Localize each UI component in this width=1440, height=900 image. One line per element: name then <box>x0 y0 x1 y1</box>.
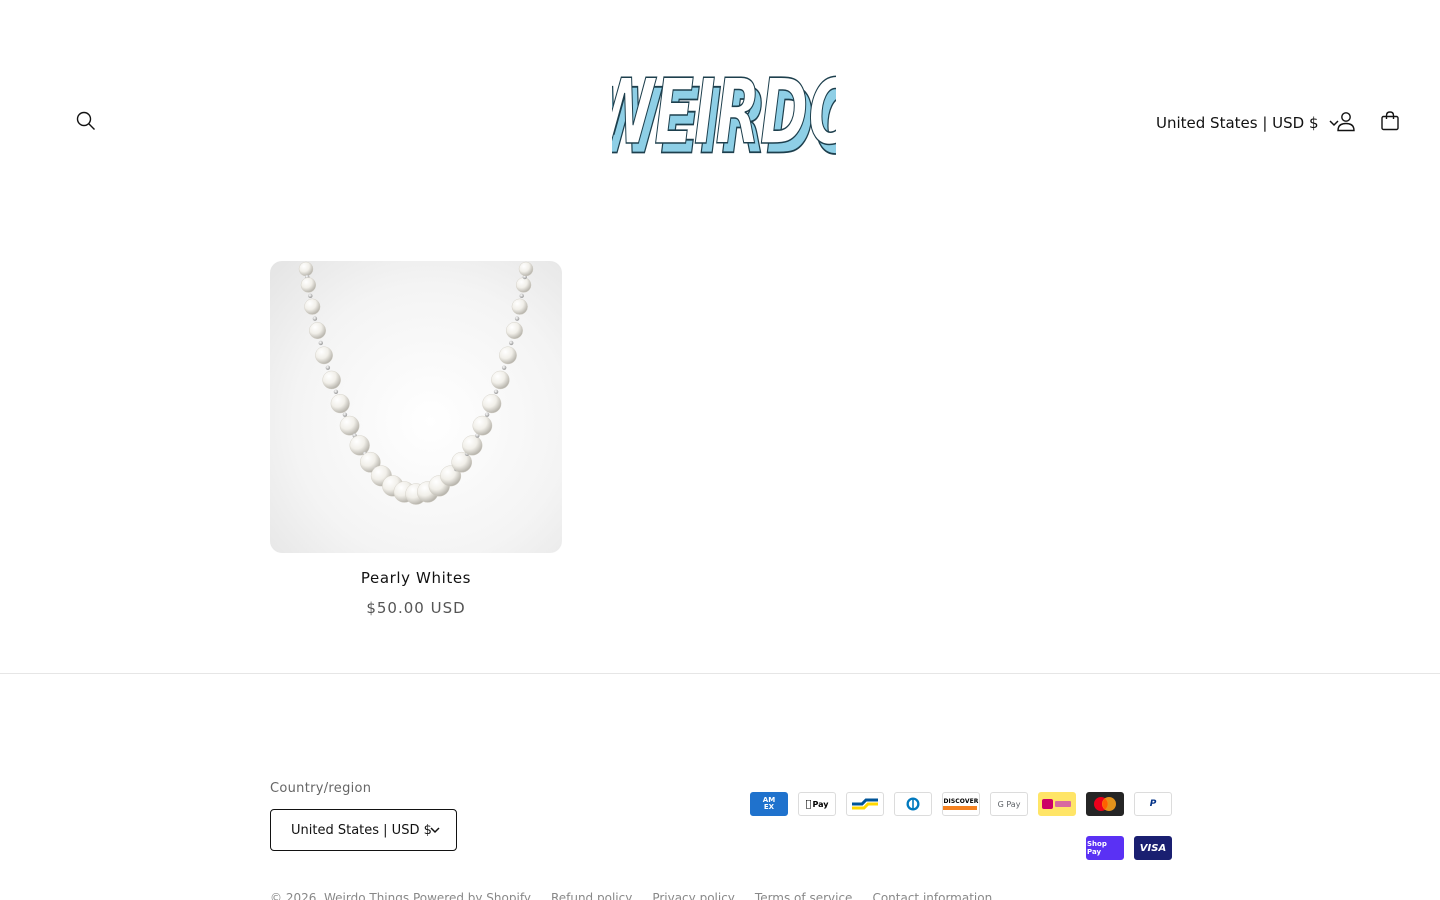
spacer-bead <box>514 316 520 321</box>
footer-link-contact[interactable]: Contact information <box>872 891 992 900</box>
weirdo-logo-graphic: WEIRDO WEIRDO <box>590 59 865 174</box>
product-card: Pearly Whites $50.00 USD <box>270 261 562 617</box>
ideal-icon <box>1038 792 1076 816</box>
footer-divider <box>0 673 1440 674</box>
pearl <box>499 346 517 365</box>
spacer-bead <box>308 293 313 299</box>
pearl <box>518 261 534 277</box>
pearl <box>482 394 502 414</box>
product-image-link[interactable] <box>270 261 562 553</box>
footer-bottom-links: © 2026, Weirdo Things Powered by Shopify… <box>270 891 992 900</box>
diners-club-icon <box>894 792 932 816</box>
spacer-bead <box>342 412 348 417</box>
pearl <box>462 435 483 456</box>
copyright-text: © 2026, Weirdo Things Powered by Shopify <box>270 891 531 900</box>
spacer-bead <box>509 340 514 346</box>
cart-icon <box>1379 110 1401 136</box>
cart-button[interactable] <box>1368 101 1412 145</box>
pearl <box>330 394 350 414</box>
apple-pay-icon: Pay <box>798 792 836 816</box>
spacer-bead <box>318 340 323 346</box>
pearl <box>511 298 528 315</box>
spacer-bead <box>493 389 499 395</box>
visa-icon: VISA <box>1134 836 1172 860</box>
pearl <box>491 370 510 390</box>
bancontact-icon <box>846 792 884 816</box>
region-value: United States | USD $ <box>291 822 432 838</box>
product-price: $50.00 USD <box>366 599 466 617</box>
pearl <box>451 451 472 473</box>
powered-by-link[interactable]: Powered by Shopify <box>413 891 531 900</box>
pearl <box>472 415 493 436</box>
paypal-icon: P <box>1134 792 1172 816</box>
spacer-bead <box>325 365 331 370</box>
discover-icon: DISCOVER <box>942 792 980 816</box>
search-icon <box>75 110 97 136</box>
pearl-necklace-image <box>298 261 534 505</box>
region-label: Country/region <box>270 781 372 796</box>
site-header: WEIRDO WEIRDO United States | USD $ <box>0 0 1440 230</box>
search-button[interactable] <box>64 101 108 145</box>
spacer-bead <box>484 412 490 417</box>
spacer-bead <box>519 293 524 299</box>
site-logo[interactable]: WEIRDO WEIRDO <box>590 52 865 202</box>
mastercard-icon <box>1086 792 1124 816</box>
chevron-down-icon <box>430 824 440 839</box>
currency-label: United States | USD $ <box>1156 114 1319 132</box>
footer-link-privacy[interactable]: Privacy policy <box>652 891 735 900</box>
spacer-bead <box>333 389 339 395</box>
amex-icon: AM EX <box>750 792 788 816</box>
spacer-bead <box>501 365 507 370</box>
pearl <box>339 415 360 436</box>
pearl <box>298 261 314 277</box>
footer-link-refund[interactable]: Refund policy <box>551 891 632 900</box>
pearl <box>300 277 317 293</box>
currency-selector[interactable]: United States | USD $ <box>1148 106 1347 140</box>
account-icon <box>1335 110 1357 136</box>
spacer-bead <box>312 316 318 321</box>
logo-text: WEIRDO <box>612 60 836 165</box>
pearl <box>506 322 523 340</box>
product-title[interactable]: Pearly Whites <box>270 569 562 587</box>
shop-pay-icon: Shop Pay <box>1086 836 1124 860</box>
country-region-select[interactable]: United States | USD $ <box>270 809 457 851</box>
payment-icons: AM EX Pay DISCOVER G Pay P Shop Pay VIS… <box>746 792 1172 860</box>
pearl <box>309 322 326 340</box>
google-pay-icon: G Pay <box>990 792 1028 816</box>
pearl <box>315 346 333 365</box>
pearl <box>349 435 370 456</box>
pearl <box>322 370 341 390</box>
footer-link-terms[interactable]: Terms of service <box>755 891 853 900</box>
pearl <box>304 298 321 315</box>
account-button[interactable] <box>1324 101 1368 145</box>
pearl <box>515 277 532 293</box>
